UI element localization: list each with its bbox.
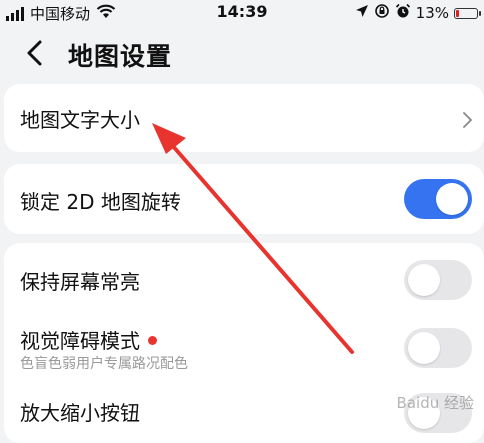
location-icon <box>355 4 369 22</box>
toggle-knob <box>436 183 468 215</box>
page-header: 地图设置 <box>0 28 484 80</box>
toggle-knob <box>408 332 440 364</box>
alarm-icon <box>395 3 411 23</box>
toggle-knob <box>408 264 440 296</box>
lock-2d-rotation-toggle[interactable] <box>404 179 472 219</box>
visual-impairment-toggle[interactable] <box>404 328 472 368</box>
display-settings-card: 保持屏幕常亮 视觉障碍模式 色盲色弱用户专属路况配色 放大缩小按钮 <box>4 243 484 443</box>
visual-impairment-sublabel: 色盲色弱用户专属路况配色 <box>20 356 188 372</box>
status-bar: 中国移动 14:39 13% <box>0 0 484 26</box>
lock-rotation-card: 锁定 2D 地图旋转 <box>4 164 484 234</box>
visual-impairment-label: 视觉障碍模式 <box>20 325 157 354</box>
new-badge-dot <box>148 336 157 345</box>
chevron-left-icon <box>27 40 42 66</box>
map-text-size-row[interactable]: 地图文字大小 <box>4 84 484 152</box>
lock-2d-rotation-row: 锁定 2D 地图旋转 <box>4 164 484 234</box>
lock-2d-rotation-label: 锁定 2D 地图旋转 <box>20 190 181 214</box>
visual-impairment-row: 视觉障碍模式 色盲色弱用户专属路况配色 <box>4 315 484 387</box>
watermark: Baidu 经验 <box>396 394 474 412</box>
map-text-size-card[interactable]: 地图文字大小 <box>4 84 484 152</box>
visual-impairment-text: 视觉障碍模式 <box>20 329 140 353</box>
back-button[interactable] <box>20 36 54 70</box>
chevron-right-icon <box>463 112 472 128</box>
lock-rotation-icon <box>374 3 390 23</box>
battery-icon <box>454 7 481 19</box>
keep-screen-on-label: 保持屏幕常亮 <box>20 270 140 294</box>
status-bar-right: 13% <box>355 3 481 23</box>
map-text-size-label: 地图文字大小 <box>20 108 140 132</box>
page-title: 地图设置 <box>68 42 173 71</box>
battery-percent: 13% <box>415 4 449 22</box>
zoom-buttons-label: 放大缩小按钮 <box>20 401 140 425</box>
keep-screen-on-row: 保持屏幕常亮 <box>4 243 484 315</box>
keep-screen-on-toggle[interactable] <box>404 260 472 300</box>
